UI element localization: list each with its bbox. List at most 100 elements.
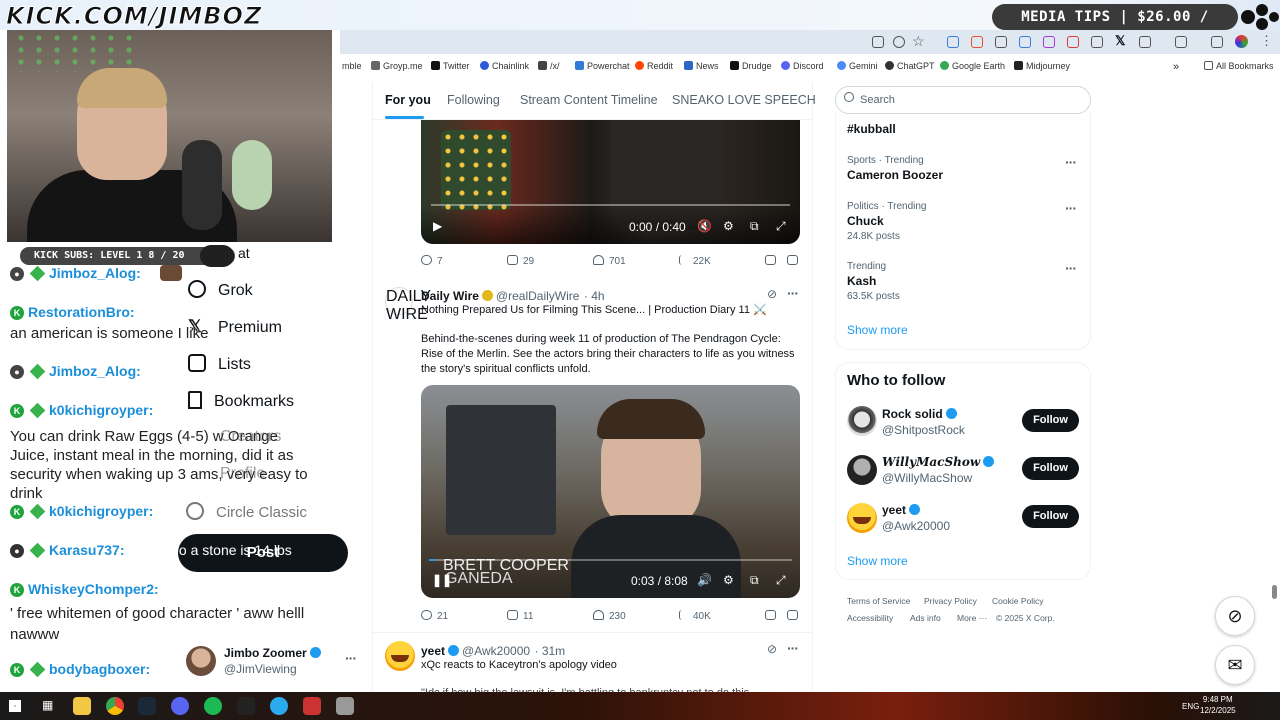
bookmark-item[interactable]: Google Earth [940, 61, 1005, 71]
tweet-more-icon[interactable]: ··· [787, 640, 799, 656]
account-more-icon[interactable]: ··· [345, 650, 357, 666]
bookmark-star-icon[interactable]: ☆ [912, 33, 925, 50]
chrome-icon[interactable] [106, 697, 124, 715]
tweet-avatar[interactable]: DAILY WIRE [385, 287, 431, 323]
bookmark-item[interactable]: Chainlink [480, 61, 529, 71]
tab-stream-content[interactable]: Stream Content Timeline [520, 93, 658, 107]
extension-icon[interactable] [1067, 36, 1079, 48]
bookmark-item[interactable]: News [684, 61, 719, 71]
tweet-video[interactable]: BRETT COOPER GANEDA ❚❚ 0:03 / 8:08 🔊 ⚙ ⧉… [421, 385, 800, 598]
nav-bookmarks[interactable]: Bookmarks [188, 391, 294, 411]
share-button[interactable] [787, 610, 803, 622]
follow-button[interactable]: Follow [1022, 409, 1079, 432]
trend-more-icon[interactable]: ··· [1065, 154, 1077, 170]
settings-icon[interactable]: ⚙ [723, 573, 734, 587]
puzzle-icon[interactable] [1139, 36, 1151, 48]
nav-lists[interactable]: Lists [188, 354, 251, 374]
share-button[interactable] [787, 255, 803, 267]
app-icon[interactable] [336, 697, 354, 715]
extension-icon[interactable] [1091, 36, 1103, 48]
tweet-time[interactable]: · 31m [535, 644, 566, 658]
fullscreen-icon[interactable]: ⤢ [776, 219, 786, 234]
who-to-follow-show-more-link[interactable]: Show more [847, 554, 908, 568]
user-avatar[interactable] [847, 455, 877, 485]
obs-icon[interactable] [237, 697, 255, 715]
kebab-menu-icon[interactable]: ⋮ [1260, 33, 1273, 49]
trend-more-icon[interactable]: ··· [1065, 260, 1077, 276]
bookmark-item[interactable]: Gemini [837, 61, 878, 71]
install-icon[interactable] [872, 36, 884, 48]
discord-icon[interactable] [171, 697, 189, 715]
extension-icon[interactable] [1019, 36, 1031, 48]
tweet-time[interactable]: · 4h [584, 289, 605, 303]
trend-more-icon[interactable]: ··· [1065, 200, 1077, 216]
footer-link[interactable]: Privacy Policy [924, 596, 977, 606]
views-button[interactable]: 22K [679, 255, 711, 267]
zoom-icon[interactable] [893, 36, 905, 48]
grok-icon[interactable]: ⊘ [767, 642, 777, 656]
like-button[interactable]: 230 [593, 610, 626, 622]
nav-chat-partial[interactable]: at [238, 245, 250, 261]
tweet-author-name[interactable]: Daily Wire [421, 289, 479, 303]
mute-icon[interactable]: 🔇 [697, 219, 712, 233]
tab-following[interactable]: Following [447, 93, 500, 107]
tab-for-you[interactable]: For you [385, 93, 431, 107]
footer-link[interactable]: More ··· [957, 613, 987, 623]
tweet-more-icon[interactable]: ··· [787, 285, 799, 301]
account-avatar[interactable] [186, 646, 216, 676]
views-button[interactable]: 40K [679, 610, 711, 622]
task-view-icon[interactable]: ▦ [42, 698, 53, 712]
tweet-author-handle[interactable]: @realDailyWire [496, 289, 580, 303]
follow-button[interactable]: Follow [1022, 505, 1079, 528]
pip-icon[interactable]: ⧉ [750, 219, 759, 234]
menu-list-icon[interactable] [1211, 36, 1223, 48]
all-bookmarks-folder[interactable]: All Bookmarks [1204, 61, 1274, 71]
user-name[interactable]: 𝑾𝒊𝒍𝒍𝒚𝑴𝒂𝒄𝑺𝒉𝒐𝒘 [882, 455, 997, 469]
file-explorer-icon[interactable] [73, 697, 91, 715]
bookmark-button[interactable] [765, 255, 781, 267]
settings-icon[interactable]: ⚙ [723, 219, 734, 233]
taskbar-clock[interactable]: 9:48 PM 12/2/2025 [1200, 694, 1236, 716]
footer-link[interactable]: Ads info [910, 613, 941, 623]
bookmark-item[interactable]: /x/ [538, 61, 560, 71]
bookmark-item[interactable]: ChatGPT [885, 61, 935, 71]
tab-sneako-love-speech[interactable]: SNEAKO LOVE SPEECH [672, 93, 816, 107]
reply-button[interactable]: 21 [421, 610, 448, 622]
trend-title[interactable]: Cameron Boozer [847, 168, 943, 182]
account-name[interactable]: Jimbo Zoomer [224, 646, 324, 660]
search-input[interactable]: Search [835, 86, 1091, 114]
telegram-icon[interactable] [270, 697, 288, 715]
bookmark-item[interactable]: Discord [781, 61, 824, 71]
bookmark-item[interactable]: Groyp.me [371, 61, 423, 71]
sidepanel-icon[interactable] [1175, 36, 1187, 48]
trend-title[interactable]: Kash [847, 274, 876, 288]
language-indicator[interactable]: ENG [1182, 702, 1199, 711]
trend-title[interactable]: #kubball [847, 122, 896, 136]
bookmarks-overflow-icon[interactable]: » [1173, 61, 1179, 73]
video-progress-bar[interactable] [429, 559, 792, 561]
user-avatar[interactable] [847, 406, 877, 436]
pip-icon[interactable]: ⧉ [750, 573, 759, 588]
steam-icon[interactable] [138, 697, 156, 715]
user-avatar[interactable] [847, 503, 877, 533]
shield-icon[interactable] [995, 36, 1007, 48]
trends-show-more-link[interactable]: Show more [847, 323, 908, 337]
like-button[interactable]: 701 [593, 255, 626, 267]
footer-link[interactable]: Terms of Service [847, 596, 910, 606]
windows-start-icon[interactable] [9, 700, 21, 712]
play-icon[interactable]: ▶ [433, 219, 442, 233]
x-logo-icon[interactable]: 𝕏 [1115, 33, 1125, 49]
tweet-avatar[interactable] [385, 641, 415, 671]
extension-icon[interactable] [947, 36, 959, 48]
grok-icon[interactable]: ⊘ [767, 287, 777, 301]
bookmark-item[interactable]: Reddit [635, 61, 673, 71]
repost-button[interactable]: 29 [507, 255, 534, 267]
pause-icon[interactable]: ❚❚ [432, 573, 452, 587]
bookmark-item[interactable]: mble [342, 61, 362, 71]
follow-button[interactable]: Follow [1022, 457, 1079, 480]
reply-button[interactable]: 7 [421, 255, 443, 267]
bookmark-item[interactable]: Drudge [730, 61, 772, 71]
nav-grok[interactable]: Grok [188, 280, 253, 300]
trend-title[interactable]: Chuck [847, 214, 884, 228]
footer-link[interactable]: Accessibility [847, 613, 893, 623]
